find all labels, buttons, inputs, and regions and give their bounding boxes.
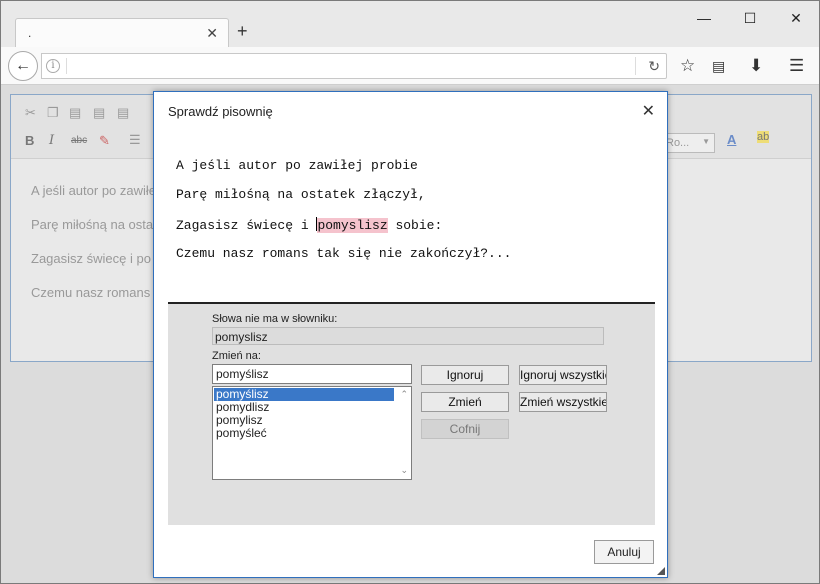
suggestion-item[interactable]: pomyśleć	[214, 427, 394, 440]
change-to-label: Zmień na:	[212, 350, 261, 362]
dialog-title: Sprawdź pisownię	[168, 104, 273, 119]
download-icon[interactable]: ⬇	[749, 56, 763, 76]
not-in-dictionary-field: pomyslisz	[212, 327, 604, 345]
hamburger-menu-icon[interactable]: ☰	[789, 56, 804, 76]
remove-format-icon[interactable]: ✎	[99, 133, 110, 149]
info-icon[interactable]: i	[46, 59, 60, 73]
misspelled-word: pomyslisz	[317, 218, 388, 233]
editor-line: Zagasisz świecę i po	[31, 251, 151, 266]
ignore-all-button[interactable]: Ignoruj wszystkie	[519, 365, 607, 385]
preview-text-after: sobie:	[387, 218, 443, 233]
preview-line: Czemu nasz romans tak się nie zakończył?…	[176, 246, 512, 261]
scroll-up-icon[interactable]: ⌃	[400, 389, 408, 400]
strikethrough-icon[interactable]: abc	[71, 135, 87, 146]
tab-close-icon[interactable]: ✕	[206, 25, 218, 42]
tab-title: .	[28, 26, 32, 40]
chevron-down-icon: ▼	[702, 137, 710, 146]
maximize-icon[interactable]: ☐	[727, 7, 773, 29]
window-close-icon[interactable]: ✕	[773, 7, 819, 29]
paste-text-icon[interactable]: ▤	[93, 105, 105, 121]
ignore-button[interactable]: Ignoruj	[421, 365, 509, 385]
paste-icon[interactable]: ▤	[69, 105, 81, 121]
change-to-input[interactable]: pomyślisz	[212, 364, 412, 384]
editor-line: A jeśli autor po zawiłej	[31, 183, 159, 198]
browser-tab[interactable]: . ✕	[15, 18, 229, 48]
cut-icon[interactable]: ✂	[25, 105, 36, 121]
font-family-value: Ro...	[666, 137, 690, 149]
new-tab-icon[interactable]: +	[237, 22, 248, 40]
back-arrow-icon[interactable]: ←	[8, 51, 38, 81]
url-separator	[66, 58, 67, 74]
undo-button[interactable]: Cofnij	[421, 419, 509, 439]
title-bar: . ✕ + — ☐ ✕	[1, 1, 819, 48]
cancel-button[interactable]: Anuluj	[594, 540, 654, 564]
resize-grip-icon[interactable]	[657, 567, 665, 575]
paste-word-icon[interactable]: ▤	[117, 105, 129, 121]
preview-line: A jeśli autor po zawiłej probie	[176, 158, 418, 173]
preview-line: Parę miłośną na ostatek złączył,	[176, 187, 426, 202]
dialog-close-icon[interactable]: ✕	[642, 101, 655, 121]
reload-icon[interactable]: ↻	[648, 58, 660, 75]
change-button[interactable]: Zmień	[421, 392, 509, 412]
change-all-button[interactable]: Zmień wszystkie	[519, 392, 607, 412]
url-bar[interactable]: i ↻	[41, 53, 667, 79]
reading-list-icon[interactable]: ▤	[712, 58, 725, 75]
italic-icon[interactable]: I	[49, 133, 54, 148]
font-family-select[interactable]: Ro... ▼	[661, 133, 715, 153]
copy-icon[interactable]: ❐	[47, 105, 59, 121]
numbered-list-icon[interactable]: ☰	[129, 132, 141, 148]
navigation-bar: ← i ↻ ☆ ▤ ⬇ ☰	[1, 47, 819, 85]
reload-separator	[635, 57, 636, 75]
star-icon[interactable]: ☆	[680, 56, 695, 76]
spellcheck-panel: Słowa nie ma w słowniku: pomyslisz Zmień…	[168, 304, 655, 525]
minimize-icon[interactable]: —	[681, 7, 727, 29]
suggestions-list[interactable]: pomyślisz pomydlisz pomylisz pomyśleć ⌃ …	[212, 386, 412, 480]
bold-icon[interactable]: B	[25, 133, 34, 148]
text-color-icon[interactable]: A	[727, 132, 736, 147]
scroll-down-icon[interactable]: ⌄	[400, 465, 408, 476]
editor-line: Parę miłośną na ostat	[31, 217, 157, 232]
preview-line-current: Zagasisz świecę i pomyslisz sobie:	[176, 217, 442, 233]
spellcheck-dialog: Sprawdź pisownię ✕ A jeśli autor po zawi…	[153, 91, 668, 578]
not-in-dictionary-label: Słowa nie ma w słowniku:	[212, 313, 338, 325]
preview-text-before: Zagasisz świecę i	[176, 218, 317, 233]
background-color-icon[interactable]: ab	[757, 131, 770, 143]
editor-line: Czemu nasz romans	[31, 285, 151, 300]
